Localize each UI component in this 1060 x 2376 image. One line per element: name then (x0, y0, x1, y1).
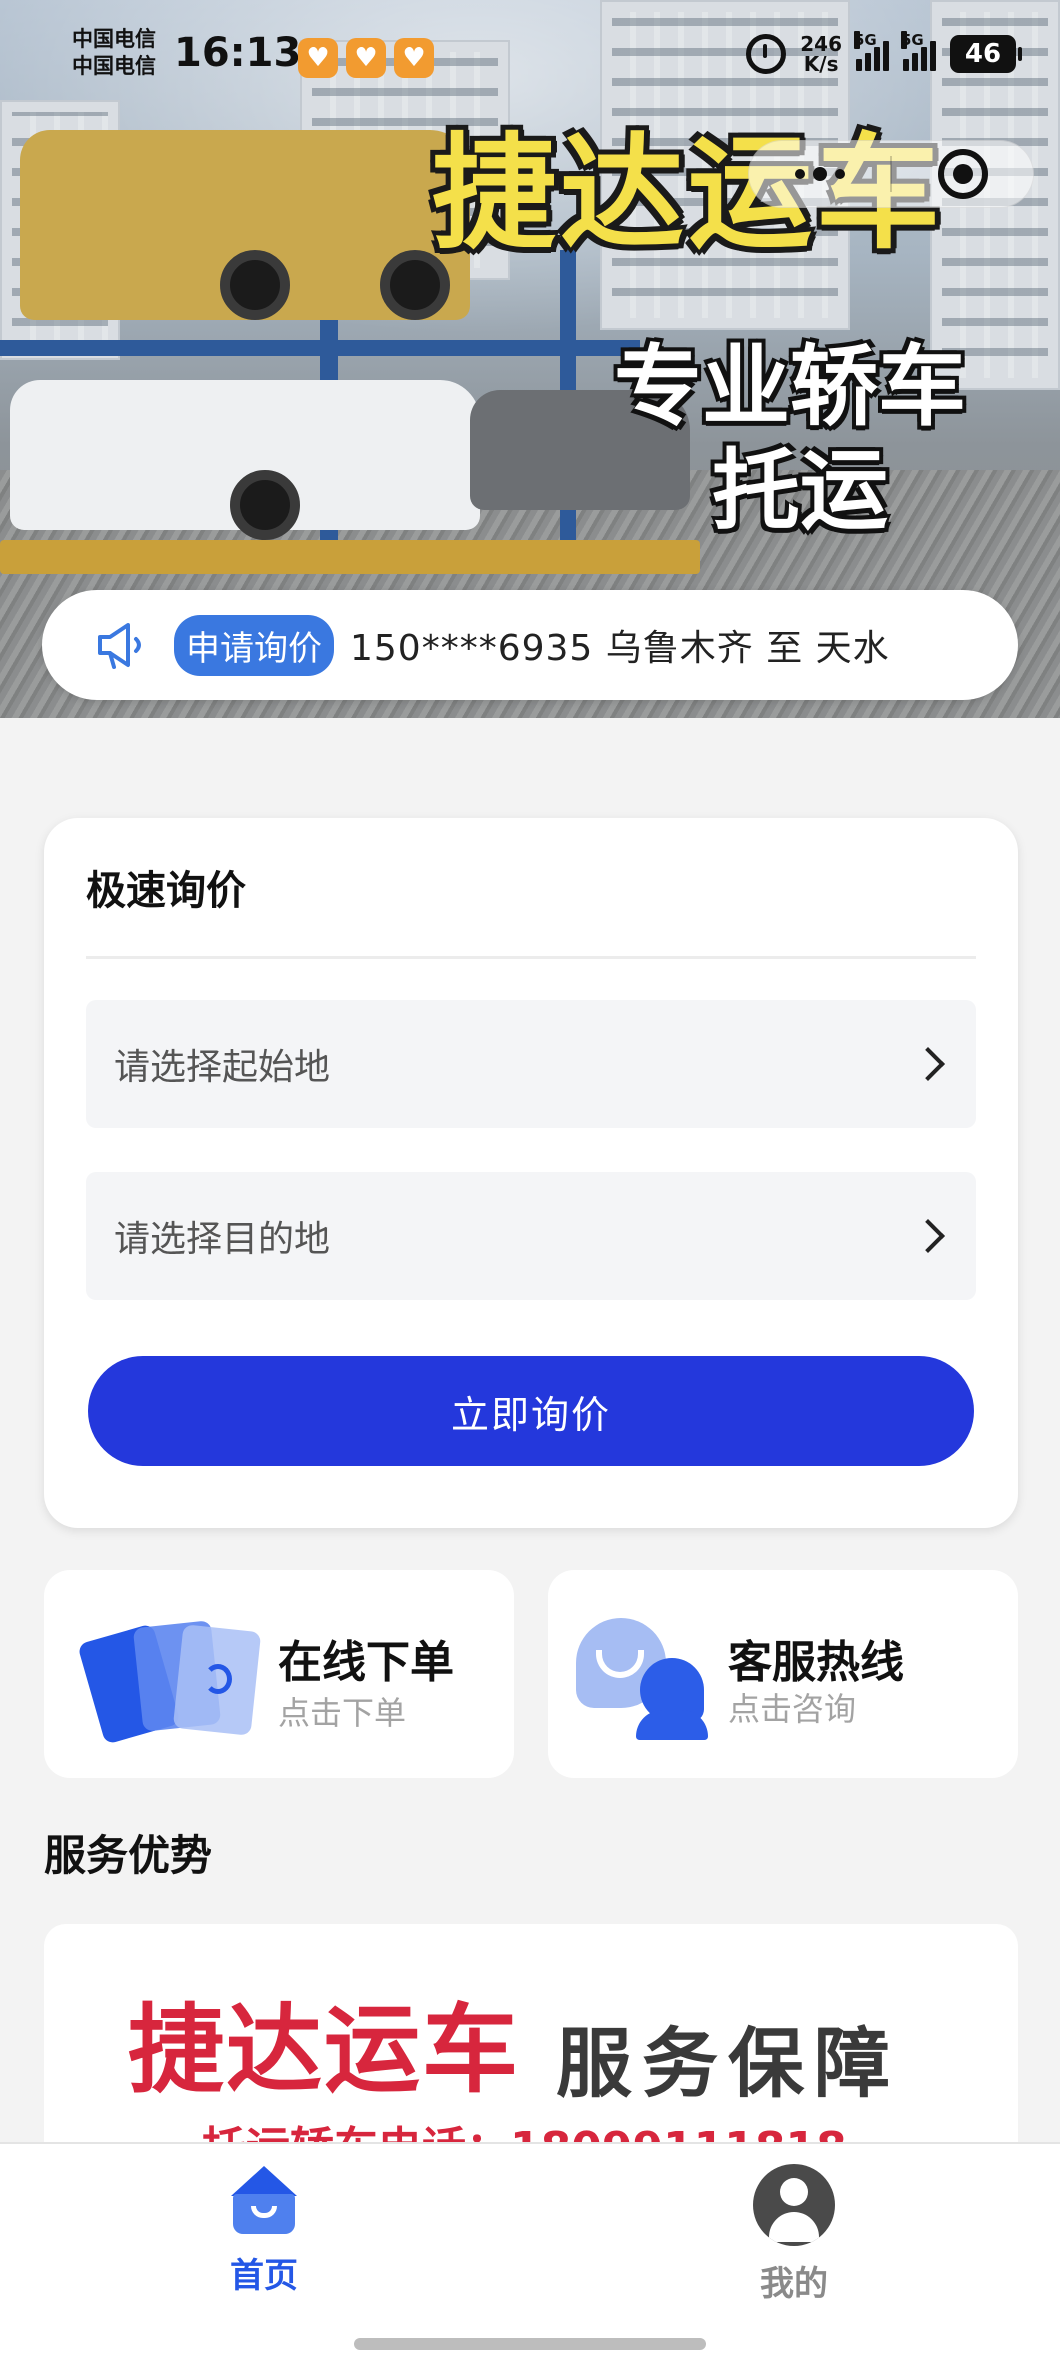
divider (86, 956, 976, 959)
online-order-tile[interactable]: 在线下单 点击下单 (44, 1570, 514, 1778)
tab-mine[interactable]: 我的 (694, 2164, 894, 2305)
banner-phone: 托运轿车电话：18099111818 (202, 2112, 847, 2144)
status-bar: 中国电信 中国电信 16:13 ♥ ♥ ♥ 246 K/s 5G 5G 46 (0, 0, 1060, 110)
card-title: 极速询价 (86, 868, 246, 914)
hero-car-yellow (20, 130, 470, 320)
home-indicator[interactable] (354, 2338, 706, 2350)
carrier-2: 中国电信 (72, 54, 156, 78)
banner-guarantee: 服务保障 (556, 2019, 900, 2108)
quick-inquiry-card: 极速询价 请选择起始地 请选择目的地 立即询价 (44, 818, 1018, 1528)
banner-brand: 捷达运车 (128, 1994, 520, 2106)
wheel (230, 470, 300, 540)
alarm-icon (746, 34, 787, 74)
more-icon (794, 167, 845, 181)
tab-home[interactable]: 首页 (164, 2164, 364, 2297)
origin-select[interactable]: 请选择起始地 (86, 1000, 976, 1128)
user-icon (753, 2164, 835, 2246)
tile-title: 客服热线 (728, 1637, 904, 1688)
miniprogram-capsule (748, 140, 1034, 208)
close-circle-icon (937, 149, 988, 199)
origin-placeholder: 请选择起始地 (114, 1047, 331, 1088)
battery-icon: 46 (950, 35, 1022, 73)
quote-now-button[interactable]: 立即询价 (88, 1356, 974, 1466)
net-speed-unit: K/s (803, 52, 839, 76)
network-type-2: 5G (901, 31, 924, 49)
tab-label: 我的 (760, 2264, 828, 2304)
signal-icon: 5G (854, 31, 889, 71)
chevron-right-icon (911, 1219, 945, 1253)
tile-subtitle: 点击下单 (278, 1694, 407, 1732)
notice-text: 150****6935 乌鲁木齐 至 天水 (350, 628, 890, 669)
service-banner[interactable]: 捷达运车 服务保障 托运轿车电话：18099111818 (44, 1924, 1018, 2144)
home-icon (227, 2164, 301, 2238)
net-speed: 246 K/s (800, 34, 842, 74)
more-button[interactable] (749, 141, 890, 207)
close-miniprogram-button[interactable] (892, 141, 1033, 207)
notice-tag: 申请询价 (174, 614, 334, 676)
carrier-1: 中国电信 (72, 27, 156, 51)
status-right: 246 K/s 5G 5G 46 (746, 31, 1022, 74)
hero-car-white (10, 380, 480, 540)
status-time: 16:13 (174, 30, 302, 76)
hero-truck-base (0, 540, 700, 574)
network-type-1: 5G (854, 31, 877, 49)
tile-title: 在线下单 (278, 1637, 454, 1688)
wheel (220, 250, 290, 320)
customer-service-icon (576, 1618, 716, 1748)
hero-subtitle-line2: 托运 (712, 439, 889, 542)
app-notification-icon: ♥ (298, 38, 338, 78)
destination-placeholder: 请选择目的地 (114, 1219, 331, 1260)
notice-bar[interactable]: 申请询价 150****6935 乌鲁木齐 至 天水 (42, 590, 1018, 700)
chevron-right-icon (911, 1047, 945, 1081)
hotline-tile[interactable]: 客服热线 点击咨询 (548, 1570, 1018, 1778)
carrier-label: 中国电信 中国电信 (72, 26, 156, 80)
tile-subtitle: 点击咨询 (728, 1690, 857, 1728)
section-title: 服务优势 (44, 1831, 213, 1880)
destination-select[interactable]: 请选择目的地 (86, 1172, 976, 1300)
app-notification-icon: ♥ (346, 38, 386, 78)
net-speed-value: 246 (800, 32, 842, 56)
app-notification-icon: ♥ (394, 38, 434, 78)
tab-label: 首页 (230, 2256, 298, 2296)
megaphone-icon (98, 623, 141, 669)
signal-icon: 5G (901, 31, 936, 71)
document-icon (68, 1614, 262, 1745)
notification-badges: ♥ ♥ ♥ (298, 38, 434, 78)
